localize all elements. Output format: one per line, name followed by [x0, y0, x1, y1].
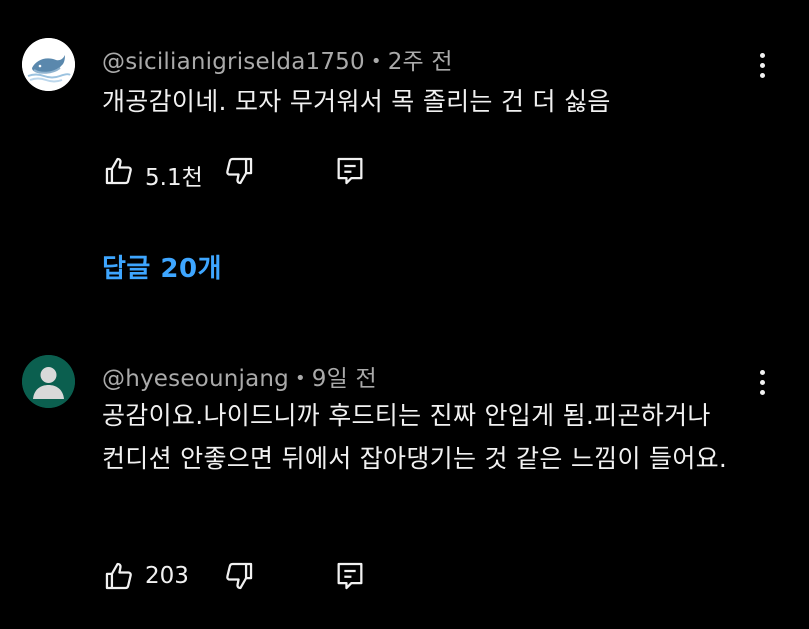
- separator-dot: •: [370, 51, 382, 72]
- like-count: 5.1천: [145, 165, 203, 191]
- like-button[interactable]: [102, 154, 136, 188]
- more-vert-icon: [759, 369, 765, 375]
- thumb-down-icon: [226, 157, 253, 185]
- reply-icon: [337, 562, 363, 590]
- separator-dot: •: [294, 368, 306, 389]
- comment-1: @sicilianigriselda1750 • 2주 전 개공감이네. 모자 무거…: [0, 0, 809, 330]
- reply-button[interactable]: [333, 154, 367, 188]
- author-name[interactable]: @sicilianigriselda1750: [102, 49, 365, 75]
- person-avatar-icon: [22, 355, 75, 408]
- comment-meta: @hyeseounjang • 9일 전: [102, 359, 377, 393]
- dislike-button[interactable]: [222, 559, 256, 593]
- comment-actions: 5.1천: [100, 154, 400, 194]
- comment-meta: @sicilianigriselda1750 • 2주 전: [102, 42, 453, 76]
- comment-text: 공감이요.나이드니까 후드티는 진짜 안입게 됨.피곤하거나 컨디션 안좋으면 …: [102, 401, 728, 473]
- thumb-down-icon: [226, 562, 253, 590]
- author-name[interactable]: @hyeseounjang: [102, 366, 289, 392]
- reply-icon: [337, 157, 363, 185]
- view-replies-button[interactable]: 답글 20개: [102, 248, 222, 285]
- more-options-button[interactable]: [750, 45, 774, 85]
- comment-actions: 203: [100, 559, 400, 599]
- reply-button[interactable]: [333, 559, 367, 593]
- comment-time: 9일 전: [311, 366, 377, 392]
- more-vert-icon: [759, 52, 765, 58]
- avatar[interactable]: [22, 355, 75, 408]
- like-button[interactable]: [102, 559, 136, 593]
- whale-avatar-icon: [22, 38, 75, 91]
- comment-time: 2주 전: [387, 49, 453, 75]
- like-count: 203: [145, 563, 189, 589]
- comment-text: 개공감이네. 모자 무거워서 목 졸리는 건 더 싫음: [102, 87, 611, 116]
- dislike-button[interactable]: [222, 154, 256, 188]
- avatar[interactable]: [22, 38, 75, 91]
- thumb-up-icon: [105, 157, 132, 185]
- thumb-up-icon: [105, 562, 132, 590]
- more-options-button[interactable]: [750, 362, 774, 402]
